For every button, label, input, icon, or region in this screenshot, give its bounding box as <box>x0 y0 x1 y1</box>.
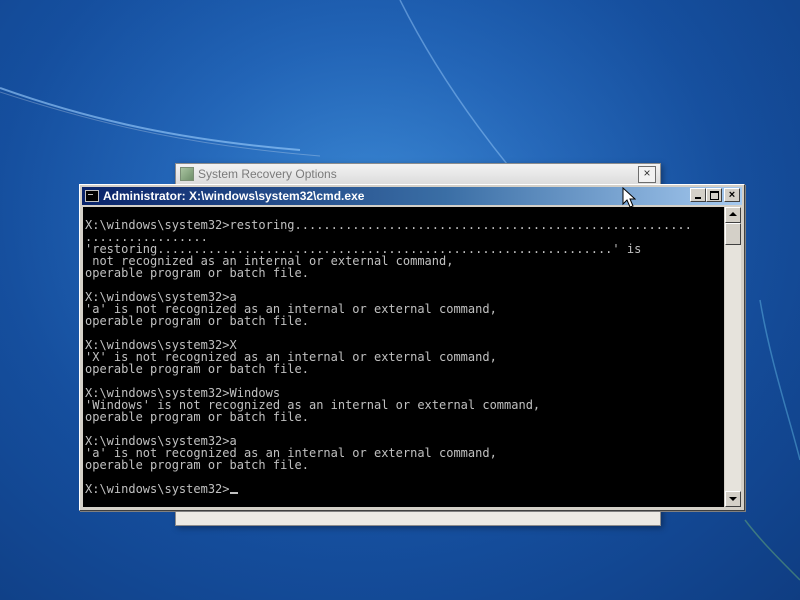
scroll-thumb[interactable] <box>725 223 741 245</box>
sro-titlebar[interactable]: System Recovery Options <box>176 164 660 185</box>
window-controls: × <box>690 188 740 202</box>
sro-title: System Recovery Options <box>198 167 337 181</box>
scroll-down-button[interactable] <box>725 491 741 507</box>
scroll-up-button[interactable] <box>725 207 741 223</box>
console-prompt: X:\windows\system32> <box>85 482 230 496</box>
vertical-scrollbar[interactable] <box>725 207 741 507</box>
maximize-button[interactable] <box>706 188 722 202</box>
recovery-icon <box>180 167 194 181</box>
close-button[interactable]: × <box>724 188 740 202</box>
cmd-window: Administrator: X:\windows\system32\cmd.e… <box>79 184 745 511</box>
mouse-pointer-icon <box>622 187 636 208</box>
console-output-area[interactable]: X:\windows\system32>restoring...........… <box>83 207 724 507</box>
sro-close-button[interactable]: × <box>638 166 656 183</box>
text-cursor <box>229 492 238 494</box>
cmd-title: Administrator: X:\windows\system32\cmd.e… <box>103 189 365 203</box>
cmd-icon[interactable] <box>85 190 99 202</box>
console-lines: X:\windows\system32>restoring...........… <box>85 218 692 472</box>
cmd-titlebar[interactable]: Administrator: X:\windows\system32\cmd.e… <box>82 187 742 205</box>
minimize-button[interactable] <box>690 188 706 202</box>
console-text: X:\windows\system32>restoring...........… <box>85 207 692 495</box>
